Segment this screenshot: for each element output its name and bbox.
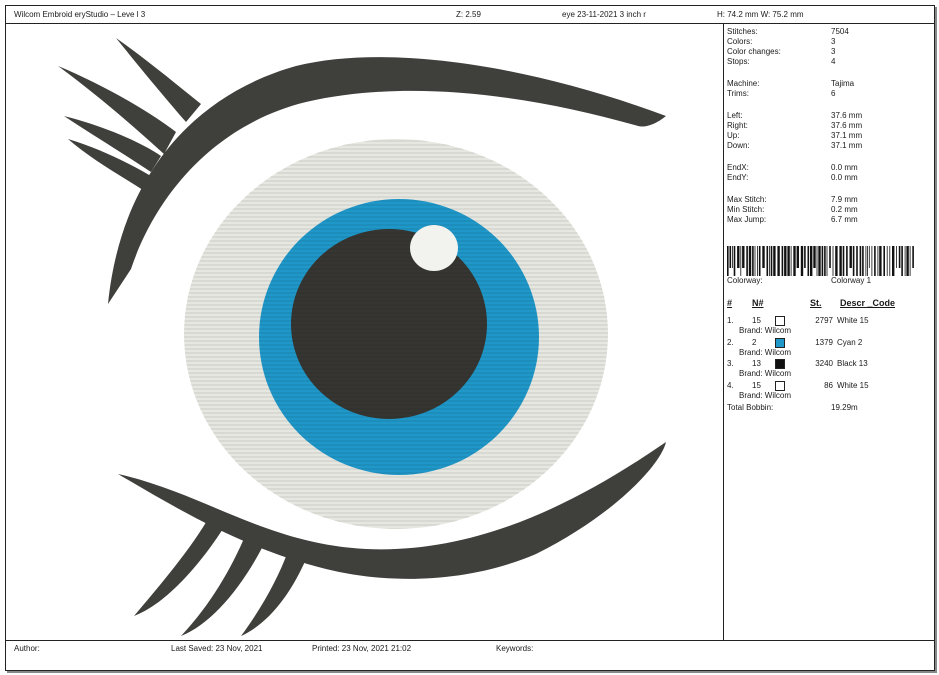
bobbin-label: Total Bobbin: (727, 403, 774, 412)
stat-label: Stitches: (727, 27, 758, 36)
stat-value: Tajima (831, 79, 855, 88)
color-swatch (775, 359, 785, 369)
stitch-count: 1379 (815, 337, 833, 347)
stat-label: Max Jump: (727, 215, 767, 224)
stitch-count: 3240 (815, 359, 833, 368)
needle-number: 13 (752, 359, 761, 368)
thread-brand: Brand: Wilcom (739, 326, 792, 335)
stat-value: 0.0 mm (831, 163, 858, 172)
stat-row: Stitches: 7504 (727, 27, 932, 37)
design-info-panel: Stitches: 7504 Colors: 3 Color changes: 3 Stop… (724, 24, 934, 640)
color-description: White 15 (837, 316, 869, 325)
eye-highlight (410, 225, 458, 271)
stat-label: Max Stitch: (727, 195, 767, 204)
app-title: Wilcom Embroid eryStudio – Leve l 3 (14, 10, 146, 19)
stat-value: 3 (831, 37, 836, 46)
stat-label: Colors: (727, 37, 753, 46)
stat-row: Max Jump: 6.7 mm (727, 215, 932, 225)
stat-value: 37.6 mm (831, 111, 863, 120)
thread-brand: Brand: Wilcom (739, 390, 792, 400)
col-header-index: # (727, 298, 733, 308)
color-description: Black 13 (837, 359, 868, 368)
colorway-value: Colorway 1 (831, 276, 872, 285)
color-row: 4. 15 86 White 15 Brand: Wilcom (727, 380, 932, 403)
thread-brand: Brand: Wilcom (739, 369, 792, 378)
stat-row: Machine: Tajima (727, 79, 932, 89)
stat-label: Color changes: (727, 47, 781, 56)
col-header-needle: N# (752, 298, 764, 308)
stat-label: Stops: (727, 57, 750, 66)
author-field: Author: (14, 644, 40, 653)
footer-bar: Author: Last Saved: 23 Nov, 2021 Printed… (6, 640, 934, 655)
stat-label: EndY: (727, 173, 749, 182)
stat-row: Down: 37.1 mm (727, 141, 932, 151)
stat-label: Right: (727, 121, 748, 130)
zoom-level: Z: 2.59 (456, 10, 481, 19)
stat-value: 37.6 mm (831, 121, 863, 130)
col-header-stitches: St. (810, 298, 822, 308)
bobbin-value: 19.29m (831, 403, 858, 412)
stat-row: Colors: 3 (727, 37, 932, 47)
stat-label: Left: (727, 111, 743, 120)
keywords-field: Keywords: (496, 644, 534, 653)
stat-value: 37.1 mm (831, 141, 863, 150)
stat-value: 6.7 mm (831, 215, 858, 224)
stat-value: 3 (831, 47, 836, 56)
printed-field: Printed: 23 Nov, 2021 21:02 (312, 644, 412, 653)
stat-label: Min Stitch: (727, 205, 765, 214)
design-preview (6, 24, 724, 640)
stat-value: 0.0 mm (831, 173, 858, 182)
color-swatch (775, 337, 785, 348)
color-description: White 15 (837, 380, 869, 390)
color-row: 1. 15 2797 White 15 Brand: Wilcom (727, 316, 932, 338)
stat-row: Stops: 4 (727, 57, 932, 67)
stat-value: 4 (831, 57, 836, 66)
design-file-name: eye 23-11-2021 3 inch r (562, 10, 646, 19)
stat-row: Right: 37.6 mm (727, 121, 932, 131)
stat-row: Color changes: 3 (727, 47, 932, 57)
header-bar: Wilcom Embroid eryStudio – Leve l 3 Z: 2… (6, 6, 934, 24)
stat-row: EndX: 0.0 mm (727, 163, 932, 173)
design-sheet: Wilcom Embroid eryStudio – Leve l 3 Z: 2… (5, 5, 935, 671)
needle-number: 2 (752, 337, 757, 347)
embroidery-artwork (58, 38, 666, 636)
color-description: Cyan 2 (837, 337, 863, 347)
colorway-label: Colorway: (727, 276, 763, 285)
stat-row: Up: 37.1 mm (727, 131, 932, 141)
color-index: 1. (727, 316, 734, 325)
stat-row: Left: 37.6 mm (727, 111, 932, 121)
colorway-row: Colorway: Colorway 1 (727, 276, 932, 286)
stat-label: EndX: (727, 163, 749, 172)
barcode-image (727, 246, 914, 276)
stat-value: 37.1 mm (831, 131, 863, 140)
stat-row: Min Stitch: 0.2 mm (727, 205, 932, 215)
stat-label: Trims: (727, 89, 749, 98)
needle-number: 15 (752, 380, 761, 390)
color-swatch (775, 316, 785, 326)
stat-label: Machine: (727, 79, 760, 88)
color-index: 2. (727, 337, 734, 347)
color-swatch (775, 380, 785, 391)
bobbin-row: Total Bobbin: 19.29m (727, 403, 932, 413)
design-dimensions: H: 74.2 mm W: 75.2 mm (717, 10, 804, 19)
thread-brand: Brand: Wilcom (739, 347, 792, 357)
stitch-count: 86 (824, 380, 833, 390)
stat-label: Up: (727, 131, 740, 140)
stitch-count: 2797 (815, 316, 833, 325)
color-row: 3. 13 3240 Black 13 Brand: Wilcom (727, 359, 932, 381)
stat-row: EndY: 0.0 mm (727, 173, 932, 183)
color-index: 3. (727, 359, 734, 368)
stat-value: 7.9 mm (831, 195, 858, 204)
stat-row: Trims: 6 (727, 89, 932, 99)
color-row: 2. 2 1379 Cyan 2 Brand: Wilcom (727, 337, 932, 360)
stat-row: Max Stitch: 7.9 mm (727, 195, 932, 205)
needle-number: 15 (752, 316, 761, 325)
color-index: 4. (727, 380, 734, 390)
stat-value: 7504 (831, 27, 849, 36)
stat-label: Down: (727, 141, 750, 150)
col-header-descr: Descr _Code (840, 298, 896, 308)
stat-value: 0.2 mm (831, 205, 858, 214)
last-saved-field: Last Saved: 23 Nov, 2021 (171, 644, 263, 653)
stat-value: 6 (831, 89, 836, 98)
